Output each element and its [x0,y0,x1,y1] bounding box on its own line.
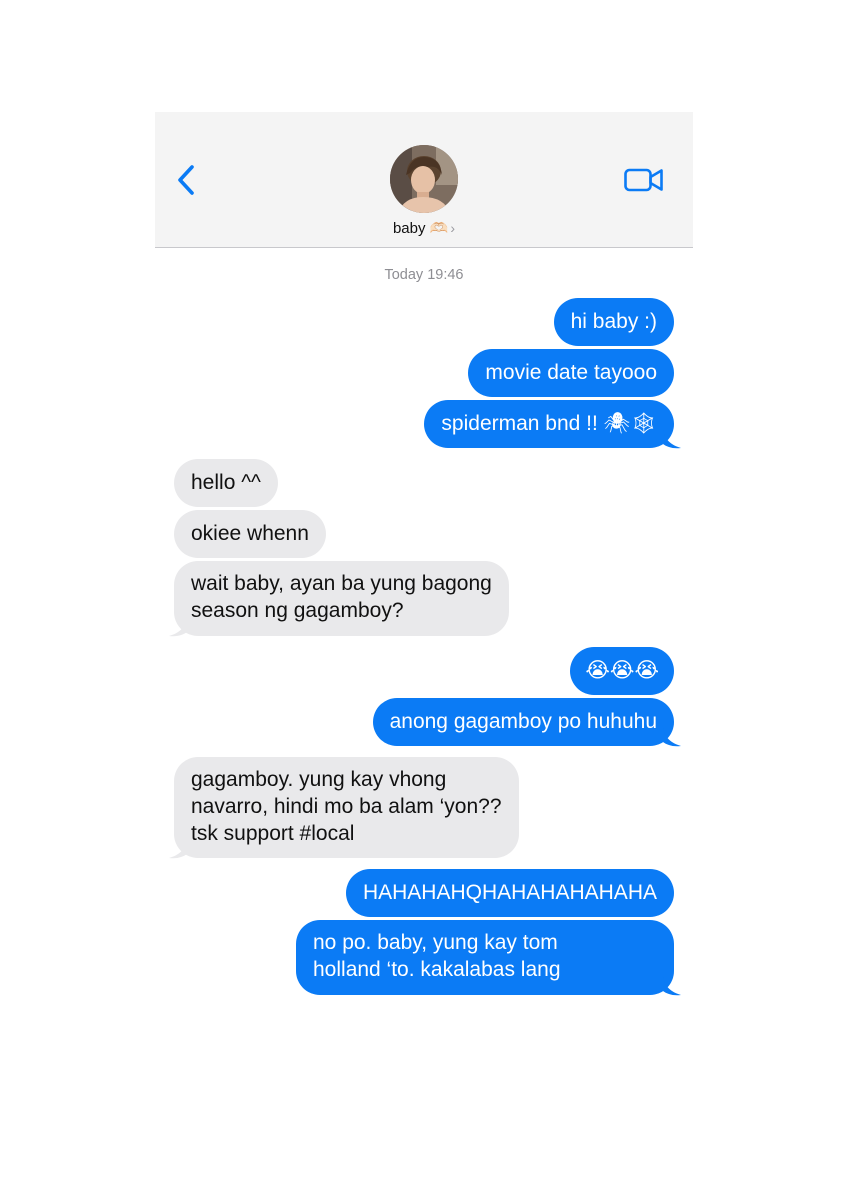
message-bubble-received[interactable]: hello ^^ [174,459,278,507]
message-text: hello ^^ [191,471,261,494]
bubble-tail [663,728,681,747]
chevron-right-icon: › [450,220,456,236]
message-text: movie date tayooo [485,361,657,384]
chevron-left-icon [178,165,194,195]
chat-header: baby 🫶🏻 › [155,112,693,248]
message-bubble-sent[interactable]: spiderman bnd !! 🕷🕸 [424,400,674,448]
timestamp: Today 19:46 [384,267,464,283]
bubble-tail [663,430,681,449]
message-text: anong gagamboy po huhuhu [389,710,657,733]
message-text: spiderman bnd !! 🕷🕸 [441,412,657,435]
message-bubble-sent[interactable]: HAHAHAHQHAHAHAHAHAHA [345,869,674,917]
page: baby 🫶🏻 › Today 19:46 hi baby :) movie da… [0,0,848,1200]
message-bubble-sent[interactable]: anong gagamboy po huhuhu [372,698,674,746]
video-call-button[interactable] [623,164,665,196]
contact-name-button[interactable]: baby 🫶🏻 › [155,219,693,237]
contact-name: baby 🫶🏻 [392,220,449,237]
bubble-tail [169,840,187,859]
message-bubble-received[interactable]: gagamboy. yung kay vhong navarro, hindi … [174,757,519,858]
message-line: gagamboy. yung kay vhong [191,768,447,791]
message-text: hi baby :) [570,310,657,333]
message-bubble-sent[interactable]: hi baby :) [553,298,674,346]
message-line: wait baby, ayan ba yung bagong [191,572,492,595]
message-bubble-sent[interactable]: no po. baby, yung kay tom holland ‘to. k… [296,920,674,995]
chat-screen: baby 🫶🏻 › Today 19:46 hi baby :) movie da… [155,112,693,1012]
message-line: navarro, hindi mo ba alam ‘yon?? [191,795,502,818]
message-line: tsk support #local [191,822,355,845]
message-text: 😭😭😭 [585,659,659,682]
bubble-tail [169,618,187,637]
avatar[interactable] [390,145,458,213]
message-bubble-sent[interactable]: 😭😭😭 [570,647,674,695]
video-camera-icon [624,168,663,192]
message-text: okiee whenn [191,522,309,545]
message-line: no po. baby, yung kay tom [313,931,558,954]
message-bubble-sent[interactable]: movie date tayooo [468,349,674,397]
message-line: season ng gagamboy? [191,599,404,622]
bubble-tail [663,977,681,996]
message-text: HAHAHAHQHAHAHAHAHAHA [362,881,657,904]
message-line: holland ‘to. kakalabas lang [313,958,561,981]
message-bubble-received[interactable]: okiee whenn [174,510,326,558]
message-bubble-received[interactable]: wait baby, ayan ba yung bagong season ng… [174,561,509,636]
back-button[interactable] [173,162,201,198]
